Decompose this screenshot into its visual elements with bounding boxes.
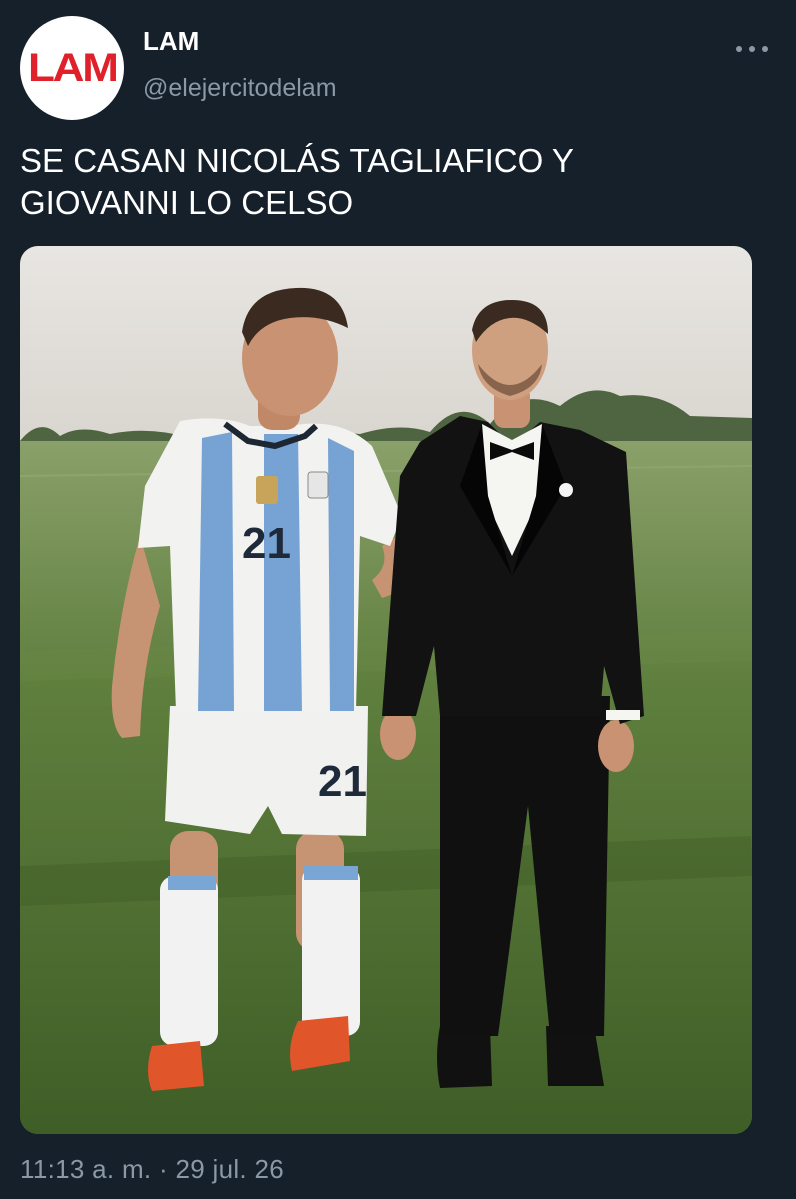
avatar[interactable]: LAM	[20, 16, 124, 120]
more-options-icon[interactable]	[734, 36, 770, 62]
display-name[interactable]: LAM	[143, 26, 199, 57]
tweet-photo[interactable]: 21 21	[20, 246, 752, 1134]
avatar-logo-text: LAM	[27, 45, 119, 90]
tweet-text-line-1: SE CASAN NICOLÁS TAGLIAFICO Y	[20, 142, 574, 179]
tweet-text: SE CASAN NICOLÁS TAGLIAFICO Y GIOVANNI L…	[20, 140, 760, 224]
shorts-number: 21	[318, 757, 367, 806]
tweet-timestamp[interactable]: 11:13 a. m. · 29 jul. 26	[20, 1154, 284, 1185]
shirt-number: 21	[242, 519, 291, 568]
tweet: LAM LAM @elejercitodelam SE CASAN NICOLÁ…	[0, 0, 796, 1199]
user-handle[interactable]: @elejercitodelam	[143, 74, 337, 103]
tweet-text-line-2: GIOVANNI LO CELSO	[20, 184, 354, 221]
